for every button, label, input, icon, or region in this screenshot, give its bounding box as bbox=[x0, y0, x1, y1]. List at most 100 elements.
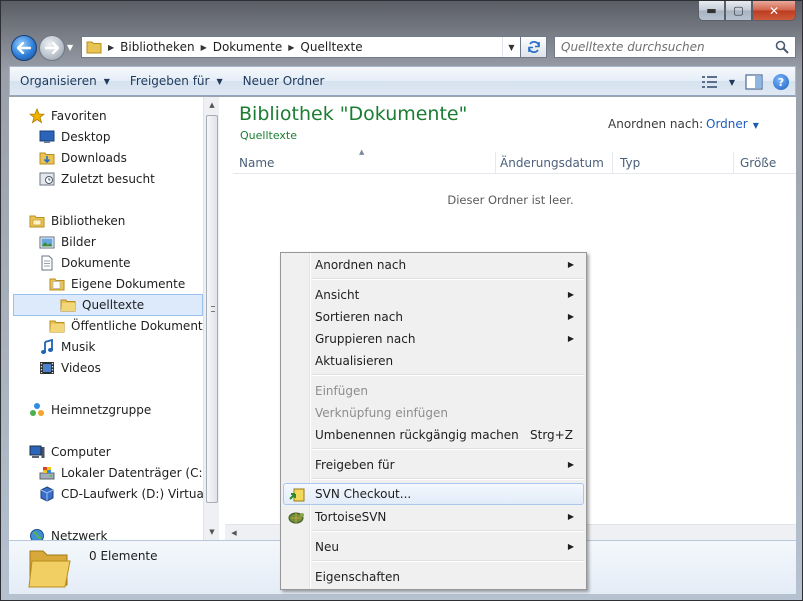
nav-label: Desktop bbox=[61, 130, 111, 144]
refresh-icon bbox=[527, 41, 540, 53]
menu-item-view[interactable]: Ansicht ▶ bbox=[283, 284, 584, 306]
downloads-folder-icon bbox=[39, 150, 55, 166]
nav-item-desktop[interactable]: Desktop bbox=[39, 127, 111, 147]
menu-item-label: Umbenennen rückgängig machen bbox=[315, 428, 519, 442]
scroll-down-icon[interactable]: ▼ bbox=[204, 524, 219, 540]
desktop-icon bbox=[39, 129, 55, 145]
caption-buttons: ▬ ▢ ✕ bbox=[698, 1, 796, 21]
star-icon bbox=[29, 108, 45, 124]
column-header-type[interactable]: Typ bbox=[620, 156, 640, 170]
menu-item-label: Verknüpfung einfügen bbox=[315, 406, 448, 420]
folder-icon bbox=[86, 41, 102, 54]
share-label: Freigeben für bbox=[129, 74, 210, 88]
menu-item-label: Eigenschaften bbox=[315, 570, 401, 584]
organize-label: Organisieren bbox=[20, 74, 97, 88]
menu-item-new[interactable]: Neu ▶ bbox=[283, 536, 584, 558]
grip-icon bbox=[211, 306, 215, 312]
chevron-down-icon: ▼ bbox=[103, 76, 110, 86]
column-divider[interactable] bbox=[495, 152, 496, 174]
nav-label: Eigene Dokumente bbox=[71, 277, 186, 291]
menu-separator bbox=[312, 478, 584, 480]
nav-item-recent[interactable]: Zuletzt besucht bbox=[39, 169, 155, 189]
folder-icon bbox=[60, 297, 76, 313]
tortoisesvn-icon bbox=[288, 512, 304, 524]
menu-item-label: SVN Checkout... bbox=[315, 487, 412, 501]
address-bar[interactable]: ▶ Bibliotheken ▶ Dokumente ▶ Quelltexte … bbox=[81, 36, 521, 58]
forward-button[interactable] bbox=[39, 35, 65, 61]
menu-item-svn-checkout[interactable]: SVN Checkout... bbox=[283, 483, 584, 505]
column-header-date[interactable]: Änderungsdatum bbox=[500, 156, 604, 170]
share-with-button[interactable]: Freigeben für ▼ bbox=[120, 69, 233, 93]
column-header-name[interactable]: Name bbox=[239, 156, 274, 170]
scrollbar-thumb[interactable] bbox=[206, 115, 218, 503]
refresh-button[interactable] bbox=[521, 36, 547, 58]
nav-item-public-documents[interactable]: Öffentliche Dokumente bbox=[49, 316, 210, 336]
nav-item-downloads[interactable]: Downloads bbox=[39, 148, 127, 168]
menu-item-label: Einfügen bbox=[315, 384, 368, 398]
help-icon[interactable]: ? bbox=[773, 74, 789, 90]
chevron-down-icon: ▼ bbox=[216, 76, 223, 86]
menu-item-group-by[interactable]: Gruppieren nach ▶ bbox=[283, 328, 584, 350]
nav-item-favorites[interactable]: Favoriten bbox=[29, 106, 107, 126]
sort-ascending-icon: ▲ bbox=[359, 148, 365, 156]
menu-item-share-with[interactable]: Freigeben für ▶ bbox=[283, 454, 584, 476]
scroll-up-icon[interactable]: ▲ bbox=[204, 97, 219, 113]
column-divider[interactable] bbox=[733, 152, 734, 174]
menu-separator bbox=[312, 560, 584, 562]
column-divider[interactable] bbox=[612, 152, 613, 174]
recent-pages-chevron-icon[interactable]: ▼ bbox=[67, 43, 73, 52]
nav-item-sources[interactable]: Quelltexte bbox=[13, 294, 203, 316]
scroll-left-icon[interactable]: ◀ bbox=[227, 525, 241, 540]
nav-label: Downloads bbox=[61, 151, 127, 165]
menu-item-undo-rename[interactable]: Umbenennen rückgängig machen Strg+Z bbox=[283, 424, 584, 446]
nav-label: Bibliotheken bbox=[51, 214, 126, 228]
menu-item-properties[interactable]: Eigenschaften bbox=[283, 566, 584, 588]
music-note-icon bbox=[39, 339, 55, 355]
nav-item-pictures[interactable]: Bilder bbox=[39, 232, 96, 252]
nav-item-cd-drive[interactable]: CD-Laufwerk (D:) VirtualBox Guest Additi… bbox=[39, 484, 219, 504]
nav-label: Quelltexte bbox=[82, 298, 145, 312]
close-button[interactable]: ✕ bbox=[752, 1, 796, 21]
submenu-arrow-icon: ▶ bbox=[567, 512, 574, 521]
minimize-button[interactable]: ▬ bbox=[698, 1, 725, 21]
nav-item-my-documents[interactable]: Eigene Dokumente bbox=[49, 274, 185, 294]
breadcrumb-libraries[interactable]: Bibliotheken bbox=[120, 40, 194, 54]
menu-item-sort-by[interactable]: Sortieren nach ▶ bbox=[283, 306, 584, 328]
arrange-by-dropdown[interactable]: Ordner ▼ bbox=[706, 117, 759, 131]
nav-item-music[interactable]: Musik bbox=[39, 337, 96, 357]
breadcrumb-documents[interactable]: Dokumente bbox=[213, 40, 283, 54]
view-options-icon[interactable] bbox=[701, 75, 719, 89]
homegroup-icon bbox=[29, 402, 45, 418]
view-chevron-down-icon[interactable]: ▼ bbox=[729, 78, 735, 87]
search-icon[interactable] bbox=[775, 40, 789, 54]
column-header-size[interactable]: Größe bbox=[740, 156, 776, 170]
nav-item-libraries[interactable]: Bibliotheken bbox=[29, 211, 125, 231]
title-bar[interactable]: ▬ ▢ ✕ bbox=[1, 1, 802, 29]
search-input[interactable] bbox=[561, 38, 767, 56]
maximize-button[interactable]: ▢ bbox=[725, 1, 752, 21]
new-folder-button[interactable]: Neuer Ordner bbox=[233, 69, 335, 93]
nav-item-documents[interactable]: Dokumente bbox=[39, 253, 131, 273]
submenu-arrow-icon: ▶ bbox=[567, 542, 574, 551]
menu-item-refresh[interactable]: Aktualisieren bbox=[283, 350, 584, 372]
organize-menu-button[interactable]: Organisieren ▼ bbox=[10, 69, 120, 93]
menu-item-label: Anordnen nach bbox=[315, 258, 407, 272]
nav-item-videos[interactable]: Videos bbox=[39, 358, 101, 378]
nav-item-local-disk[interactable]: Lokaler Datenträger (C:) bbox=[39, 463, 207, 483]
nav-item-network[interactable]: Netzwerk bbox=[29, 526, 107, 540]
nav-item-computer[interactable]: Computer bbox=[29, 442, 111, 462]
menu-item-tortoisesvn[interactable]: TortoiseSVN ▶ bbox=[283, 506, 584, 528]
navigation-scrollbar[interactable]: ▲ ▼ bbox=[203, 97, 219, 540]
submenu-arrow-icon: ▶ bbox=[567, 460, 574, 469]
submenu-arrow-icon: ▶ bbox=[567, 260, 574, 269]
command-bar: Organisieren ▼ Freigeben für ▼ Neuer Ord… bbox=[9, 66, 796, 96]
explorer-window: ▬ ▢ ✕ ▼ ▶ Bibliotheken ▶ Dokumente ▶ Que… bbox=[0, 0, 803, 601]
library-title: Bibliothek "Dokumente" bbox=[239, 103, 468, 125]
back-button[interactable] bbox=[11, 35, 37, 61]
breadcrumb-sources[interactable]: Quelltexte bbox=[300, 40, 362, 54]
nav-item-homegroup[interactable]: Heimnetzgruppe bbox=[29, 400, 151, 420]
menu-item-arrange-by[interactable]: Anordnen nach ▶ bbox=[283, 254, 584, 276]
preview-pane-icon[interactable] bbox=[745, 74, 763, 90]
address-history-chevron-icon[interactable]: ▼ bbox=[502, 37, 520, 57]
film-strip-icon bbox=[39, 360, 55, 376]
